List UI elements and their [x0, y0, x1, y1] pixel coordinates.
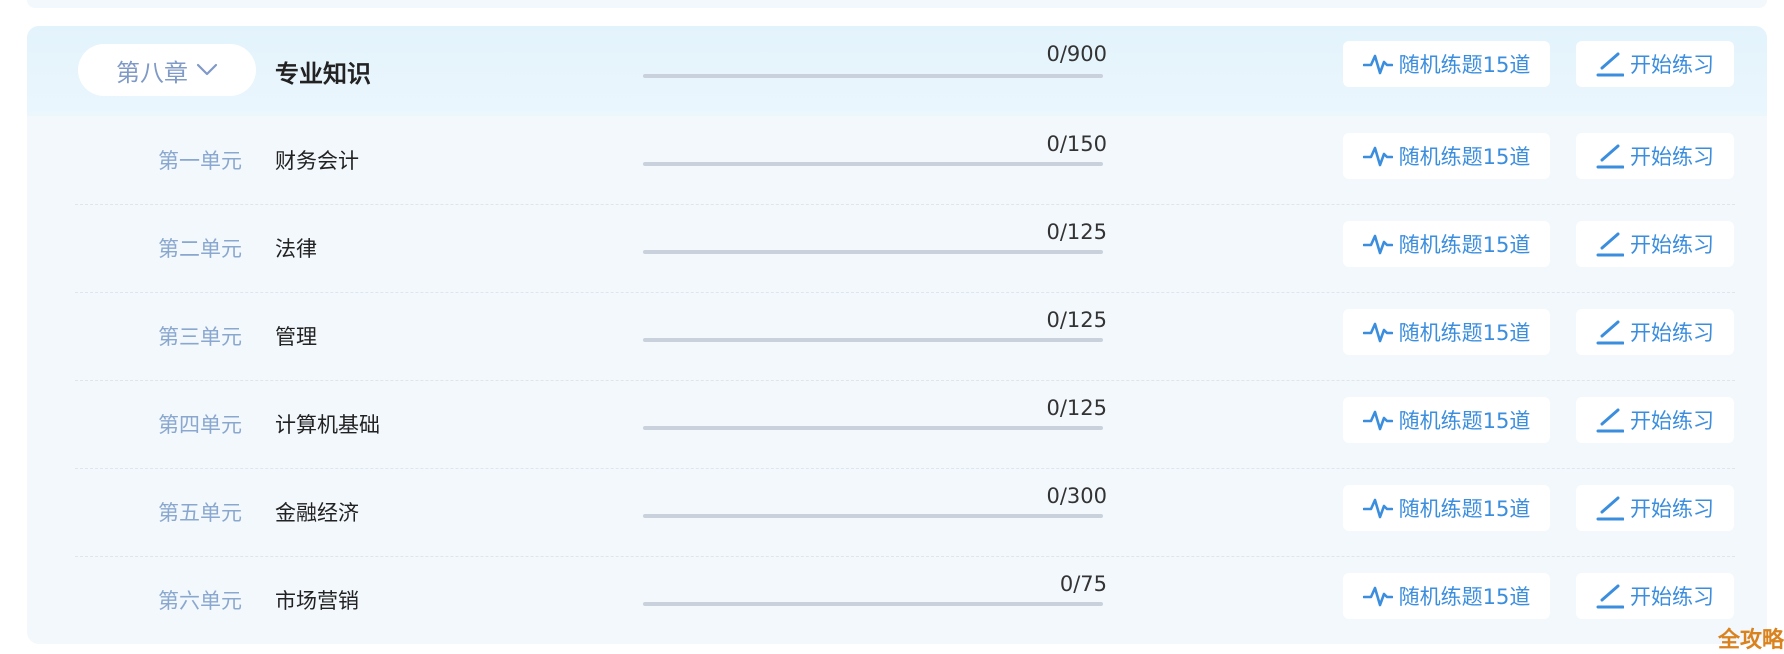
chapter-toggle-button[interactable]: 第八章 [78, 44, 256, 96]
random-practice-label: 随机练题15道 [1398, 409, 1531, 433]
random-practice-label: 随机练题15道 [1398, 145, 1531, 169]
pencil-icon [1596, 52, 1624, 77]
random-practice-button[interactable]: 随机练题15道 [1343, 397, 1550, 443]
chevron-down-icon [196, 63, 218, 76]
unit-name: 金融经济 [275, 501, 359, 525]
site-watermark: 全攻略 [1718, 628, 1784, 653]
unit-progress-bar [643, 514, 1103, 518]
start-practice-button[interactable]: 开始练习 [1576, 133, 1734, 179]
unit-label: 第四单元 [158, 413, 242, 437]
pulse-icon [1362, 586, 1393, 607]
start-practice-button[interactable]: 开始练习 [1576, 221, 1734, 267]
pencil-icon [1596, 232, 1624, 257]
unit-label: 第一单元 [158, 149, 242, 173]
unit-progress-bar [643, 602, 1103, 606]
pencil-icon [1596, 144, 1624, 169]
start-practice-button[interactable]: 开始练习 [1576, 309, 1734, 355]
random-practice-button[interactable]: 随机练题15道 [1343, 41, 1550, 87]
row-divider [75, 556, 1735, 557]
unit-label: 第二单元 [158, 237, 242, 261]
start-practice-button[interactable]: 开始练习 [1576, 485, 1734, 531]
unit-name: 法律 [275, 237, 317, 261]
start-practice-button[interactable]: 开始练习 [1576, 41, 1734, 87]
row-divider [75, 292, 1735, 293]
pencil-icon [1596, 496, 1624, 521]
unit-progress-count: 0/75 [1059, 572, 1107, 596]
start-practice-label: 开始练习 [1630, 497, 1714, 521]
pencil-icon [1596, 584, 1624, 609]
unit-label: 第六单元 [158, 589, 242, 613]
pencil-icon [1596, 408, 1624, 433]
unit-name: 财务会计 [275, 149, 359, 173]
pulse-icon [1362, 410, 1393, 431]
chapter-label: 第八章 [116, 58, 188, 87]
unit-name: 市场营销 [275, 589, 359, 613]
row-divider [75, 468, 1735, 469]
random-practice-button[interactable]: 随机练题15道 [1343, 309, 1550, 355]
unit-name: 计算机基础 [275, 413, 380, 437]
random-practice-button[interactable]: 随机练题15道 [1343, 485, 1550, 531]
pulse-icon [1362, 234, 1393, 255]
chapter-progress-count: 0/900 [1046, 42, 1107, 66]
unit-progress-count: 0/125 [1046, 308, 1107, 332]
unit-progress-bar [643, 162, 1103, 166]
chapter-title: 专业知识 [275, 60, 371, 88]
unit-name: 管理 [275, 325, 317, 349]
unit-label: 第五单元 [158, 501, 242, 525]
random-practice-button[interactable]: 随机练题15道 [1343, 573, 1550, 619]
unit-progress-bar [643, 250, 1103, 254]
pencil-icon [1596, 320, 1624, 345]
random-practice-button[interactable]: 随机练题15道 [1343, 133, 1550, 179]
start-practice-label: 开始练习 [1630, 321, 1714, 345]
unit-progress-bar [643, 426, 1103, 430]
pulse-icon [1362, 322, 1393, 343]
start-practice-label: 开始练习 [1630, 145, 1714, 169]
random-practice-label: 随机练题15道 [1398, 233, 1531, 257]
chapter-header-row: 第八章 专业知识 0/900 随机练题15道 开始练习 [27, 26, 1767, 116]
random-practice-label: 随机练题15道 [1398, 321, 1531, 345]
random-practice-button[interactable]: 随机练题15道 [1343, 221, 1550, 267]
chapter-panel: 第八章 专业知识 0/900 随机练题15道 开始练习 第一单元 财务会计 0/… [27, 26, 1767, 644]
random-practice-label: 随机练题15道 [1398, 53, 1531, 77]
start-practice-label: 开始练习 [1630, 233, 1714, 257]
random-practice-label: 随机练题15道 [1398, 497, 1531, 521]
row-divider [75, 204, 1735, 205]
unit-progress-count: 0/125 [1046, 396, 1107, 420]
row-divider [75, 380, 1735, 381]
unit-progress-bar [643, 338, 1103, 342]
unit-progress-count: 0/125 [1046, 220, 1107, 244]
pulse-icon [1362, 54, 1393, 75]
pulse-icon [1362, 146, 1393, 167]
random-practice-label: 随机练题15道 [1398, 585, 1531, 609]
top-panel-edge [27, 0, 1767, 8]
unit-progress-count: 0/150 [1046, 132, 1107, 156]
start-practice-button[interactable]: 开始练习 [1576, 397, 1734, 443]
pulse-icon [1362, 498, 1393, 519]
start-practice-label: 开始练习 [1630, 585, 1714, 609]
start-practice-label: 开始练习 [1630, 409, 1714, 433]
start-practice-button[interactable]: 开始练习 [1576, 573, 1734, 619]
unit-label: 第三单元 [158, 325, 242, 349]
unit-progress-count: 0/300 [1046, 484, 1107, 508]
start-practice-label: 开始练习 [1630, 53, 1714, 77]
chapter-progress-bar [643, 74, 1103, 78]
